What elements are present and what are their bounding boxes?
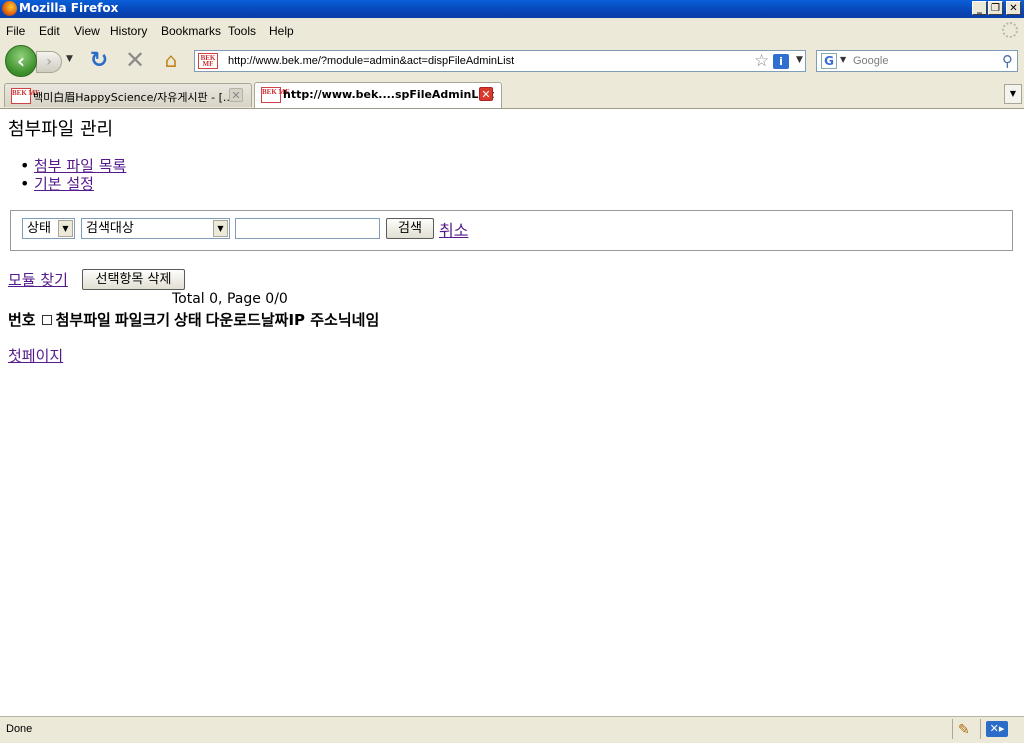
file-list-link[interactable]: 첨부 파일 목록 xyxy=(34,157,126,175)
tab-favicon-icon: BEK MF xyxy=(261,87,289,103)
header-file-size: 파일크기 xyxy=(114,311,171,329)
home-icon: ⌂ xyxy=(164,48,178,72)
menu-history[interactable]: History xyxy=(110,24,147,38)
page-content: 첨부파일 관리 첨부 파일 목록 기본 설정 상태 ▼ 검색대상 ▼ 검색 취소… xyxy=(0,109,1024,716)
table-header-row: 번호 첨부파일 파일크기 상태 다운로드날짜IP 주소닉네임 xyxy=(8,309,383,330)
reload-button[interactable]: ↻ xyxy=(88,50,110,72)
basic-settings-link[interactable]: 기본 설정 xyxy=(34,175,94,193)
url-bar[interactable]: BEK MF http://www.bek.me/?module=admin&a… xyxy=(194,50,806,72)
url-text[interactable]: http://www.bek.me/?module=admin&act=disp… xyxy=(228,55,514,67)
menu-edit[interactable]: Edit xyxy=(39,24,60,38)
menu-file[interactable]: File xyxy=(6,24,25,38)
header-number: 번호 xyxy=(8,311,36,329)
search-keyword-input[interactable] xyxy=(235,218,380,239)
back-button[interactable]: ‹ xyxy=(5,45,37,77)
admin-nav-list: 첨부 파일 목록 기본 설정 xyxy=(20,157,126,193)
search-target-select[interactable]: 검색대상 ▼ xyxy=(81,218,230,239)
header-status: 상태 xyxy=(174,311,202,329)
status-bar: Done ✎ ✕▸ xyxy=(0,716,1024,743)
navigation-toolbar: › ‹ ▼ ↻ ✕ ⌂ BEK MF http://www.bek.me/?mo… xyxy=(0,42,1024,81)
firefox-logo-icon xyxy=(2,1,17,16)
chevron-down-icon[interactable]: ▼ xyxy=(213,220,228,237)
tab-jayu-board[interactable]: BEK MF 백미白眉HappyScience/자유게시판 - [... ✕ xyxy=(4,83,252,107)
stop-icon: ✕ xyxy=(124,46,146,74)
search-target-value: 검색대상 xyxy=(86,221,134,236)
window-title: Mozilla Firefox xyxy=(19,1,119,15)
status-text: Done xyxy=(6,723,33,735)
list-item: 기본 설정 xyxy=(20,175,126,193)
history-dropdown-icon[interactable]: ▼ xyxy=(66,54,73,64)
forward-button[interactable]: › xyxy=(36,51,62,73)
menu-tools[interactable]: Tools xyxy=(228,24,256,38)
delete-selected-button[interactable]: 선택항목 삭제 xyxy=(82,269,185,290)
reload-icon: ↻ xyxy=(89,48,109,73)
header-nickname: 닉네임 xyxy=(337,311,380,329)
status-divider xyxy=(952,719,953,739)
total-count-text: Total 0, Page 0/0 xyxy=(172,291,288,307)
menu-bookmarks[interactable]: Bookmarks xyxy=(161,24,221,38)
google-icon[interactable]: G xyxy=(821,53,837,69)
header-attachment: 첨부파일 xyxy=(55,311,111,329)
status-select[interactable]: 상태 ▼ xyxy=(22,218,75,239)
site-info-icon[interactable]: i xyxy=(773,54,789,69)
magnifier-icon[interactable]: ⚲ xyxy=(1002,52,1013,70)
tab-list-dropdown-icon[interactable]: ▼ xyxy=(1004,84,1022,104)
url-dropdown-icon[interactable]: ▼ xyxy=(796,55,803,65)
search-button[interactable]: 검색 xyxy=(386,218,434,239)
close-window-button[interactable]: ✕ xyxy=(1006,1,1021,15)
extension-icon[interactable]: ✕▸ xyxy=(986,721,1008,737)
list-item: 첨부 파일 목록 xyxy=(20,157,126,175)
minimize-button[interactable]: _ xyxy=(972,1,987,15)
page-title: 첨부파일 관리 xyxy=(8,119,114,140)
chevron-down-icon[interactable]: ▼ xyxy=(58,220,73,237)
search-bar[interactable]: G ▼ Google ⚲ xyxy=(816,50,1018,72)
menu-help[interactable]: Help xyxy=(269,24,294,38)
tab-file-admin-list[interactable]: BEK MF http://www.bek....spFileAdminList… xyxy=(254,82,502,108)
header-date: 날짜 xyxy=(260,311,289,329)
close-tab-icon[interactable]: ✕ xyxy=(479,87,493,101)
find-module-link[interactable]: 모듈 찾기 xyxy=(8,269,68,290)
menu-bar: File Edit View History Bookmarks Tools H… xyxy=(0,18,1024,42)
close-tab-icon[interactable]: ✕ xyxy=(229,88,243,102)
addon-icon[interactable]: ✎ xyxy=(958,721,970,738)
search-placeholder[interactable]: Google xyxy=(853,55,888,67)
window-title-bar: Mozilla Firefox _ ❐ ✕ xyxy=(0,0,1024,18)
status-divider xyxy=(980,719,981,739)
search-form: 상태 ▼ 검색대상 ▼ 검색 취소 xyxy=(10,210,1013,251)
tab-favicon-icon: BEK MF xyxy=(11,88,39,104)
forward-arrow-icon: › xyxy=(46,54,52,70)
first-page-link[interactable]: 첫페이지 xyxy=(8,345,63,366)
select-all-checkbox[interactable] xyxy=(41,314,52,325)
home-button[interactable]: ⌂ xyxy=(160,49,182,71)
throbber-icon xyxy=(1002,22,1018,38)
header-ip: IP 주소 xyxy=(288,311,338,329)
site-favicon-icon: BEK MF xyxy=(198,53,218,69)
stop-button[interactable]: ✕ xyxy=(124,46,146,74)
search-engine-dropdown-icon[interactable]: ▼ xyxy=(840,55,846,64)
restore-button[interactable]: ❐ xyxy=(988,1,1003,15)
tab-label: http://www.bek....spFileAdminList xyxy=(283,88,494,101)
menu-view[interactable]: View xyxy=(74,24,100,38)
status-select-value: 상태 xyxy=(27,221,51,236)
tab-strip: BEK MF 백미白眉HappyScience/자유게시판 - [... ✕ B… xyxy=(0,80,1024,109)
back-arrow-icon: ‹ xyxy=(16,49,26,73)
tab-label: 백미白眉HappyScience/자유게시판 - [... xyxy=(33,91,234,104)
bookmark-star-icon[interactable]: ☆ xyxy=(754,51,769,71)
header-download: 다운로드 xyxy=(205,311,261,329)
cancel-link[interactable]: 취소 xyxy=(439,217,468,241)
